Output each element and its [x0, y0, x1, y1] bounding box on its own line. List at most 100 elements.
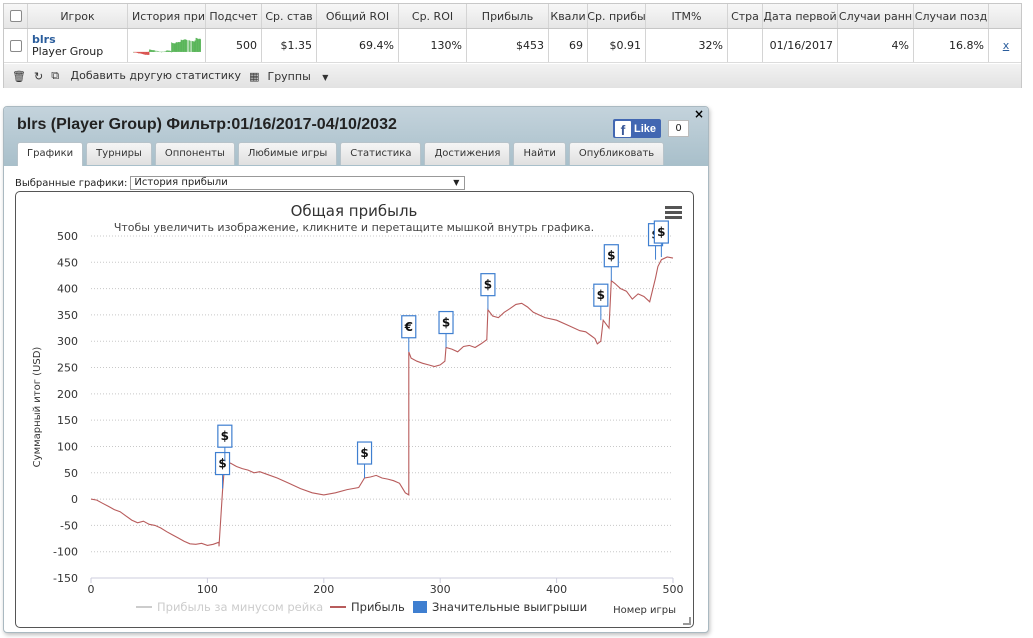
col-header-itm[interactable]: ITM%	[646, 4, 728, 28]
chevron-down-icon: ▼	[322, 72, 329, 82]
panel-title: blrs (Player Group) Фильтр:01/16/2017-04…	[17, 116, 397, 133]
cell-profit: $453	[467, 29, 549, 62]
y-tick-label: 300	[57, 335, 78, 348]
y-tick-label: 100	[57, 440, 78, 453]
flag-marker-label: $	[218, 457, 226, 471]
like-label: Like	[634, 122, 657, 135]
cell-first-date: 01/16/2017	[763, 29, 838, 62]
y-tick-label: -150	[53, 572, 78, 585]
x-axis-label: Номер игры	[613, 605, 676, 616]
legend-symbol-significant	[413, 601, 427, 613]
graph-select-label: Выбранные графики:	[15, 177, 128, 189]
profit-chart[interactable]: -150 -100 -50 0 50 100 150 200 250 300 350 400 450 50…	[16, 192, 693, 627]
col-header-late[interactable]: Случаи позд	[914, 4, 989, 28]
flag-marker-label: $	[221, 429, 229, 443]
y-tick-label: 500	[57, 230, 78, 243]
menu-icon[interactable]	[665, 206, 682, 219]
grid-header: Игрок История при Подсчет Ср. став Общий…	[4, 4, 1021, 29]
flag-marker-label: $	[484, 278, 492, 292]
cell-qual: 69	[549, 29, 588, 62]
chart-title: Общая прибыль	[291, 202, 418, 220]
y-tick-label: 200	[57, 388, 78, 401]
tab-opponents[interactable]: Оппоненты	[154, 142, 235, 165]
player-cell[interactable]: blrs Player Group	[28, 29, 128, 62]
chart-container[interactable]: -150 -100 -50 0 50 100 150 200 250 300 350 400 450 50…	[15, 191, 694, 628]
col-header-total-roi[interactable]: Общий ROI	[317, 4, 399, 28]
player-group-label: Player Group	[32, 44, 104, 58]
row-checkbox[interactable]	[9, 39, 22, 52]
col-header-count[interactable]: Подсчет	[206, 4, 262, 28]
flag-marker-label: $	[442, 316, 450, 330]
col-header-history[interactable]: История при	[128, 4, 206, 28]
sparkline-bar	[200, 38, 201, 52]
legend-label-profit: Прибыль	[351, 600, 405, 614]
close-icon[interactable]: ×	[694, 107, 704, 121]
y-tick-label: 450	[57, 256, 78, 269]
cell-early: 4%	[838, 29, 914, 62]
x-tick-label: 500	[663, 583, 684, 596]
select-all-checkbox[interactable]	[9, 10, 22, 22]
sparkline-bar	[163, 50, 165, 52]
add-stat-button[interactable]: ⧉ Добавить другую статистику	[51, 69, 241, 83]
panel-header: blrs (Player Group) Фильтр:01/16/2017-04…	[4, 107, 708, 166]
y-tick-label: 350	[57, 309, 78, 322]
tab-publish[interactable]: Опубликовать	[568, 142, 665, 165]
player-name-link[interactable]: blrs	[32, 33, 56, 46]
cell-late: 16.8%	[914, 29, 989, 62]
menu-icon-bar	[665, 206, 682, 209]
facebook-like-button[interactable]: f Like	[613, 119, 661, 138]
tab-favorite-games[interactable]: Любимые игры	[237, 142, 338, 165]
chevron-down-icon: ▼	[453, 178, 460, 187]
menu-icon-bar	[665, 216, 682, 219]
tab-statistics[interactable]: Статистика	[340, 142, 422, 165]
table-row[interactable]: blrs Player Group 500 $1.35 69.4% 130% $…	[4, 29, 1021, 63]
col-header-profit[interactable]: Прибыль	[467, 4, 549, 28]
col-header-avg-stake[interactable]: Ср. став	[262, 4, 317, 28]
remove-row-link[interactable]: x	[1003, 39, 1010, 52]
sparkline-bar	[190, 40, 192, 52]
x-tick-label: 0	[88, 583, 95, 596]
flag-marker-label: $	[657, 225, 665, 239]
legend-label-rake: Прибыль за минусом рейка	[157, 600, 323, 614]
sparkline-bar	[159, 51, 161, 52]
col-header-qual[interactable]: Квали	[549, 4, 588, 28]
select-all-cell[interactable]	[4, 4, 28, 28]
cell-total-roi: 69.4%	[317, 29, 399, 62]
flag-marker-label: $	[597, 288, 605, 302]
series-line-profit	[90, 256, 674, 547]
sparkline-bar	[162, 51, 164, 52]
refresh-icon[interactable]: ↻	[34, 70, 43, 83]
tab-find[interactable]: Найти	[513, 142, 566, 165]
col-header-country[interactable]: Стра	[728, 4, 763, 28]
col-header-early[interactable]: Случаи ранн	[838, 4, 914, 28]
sparkline-bar	[148, 51, 150, 55]
resize-handle[interactable]	[683, 617, 691, 625]
tab-achievements[interactable]: Достижения	[424, 142, 511, 165]
graph-select-row: Выбранные графики: История прибыли ▼	[15, 176, 466, 190]
row-checkbox-cell[interactable]	[4, 29, 28, 62]
tab-charts[interactable]: Графики	[17, 142, 84, 166]
x-tick-label: 300	[430, 583, 451, 596]
trash-icon[interactable]: 🗑	[12, 70, 26, 83]
x-tick-label: 400	[546, 583, 567, 596]
player-panel: blrs (Player Group) Фильтр:01/16/2017-04…	[3, 106, 709, 633]
y-tick-label: 0	[71, 493, 78, 506]
col-header-first-date[interactable]: Дата первой	[763, 4, 838, 28]
col-header-avg-profit[interactable]: Ср. прибы	[588, 4, 646, 28]
tab-tournaments[interactable]: Турниры	[86, 142, 152, 165]
add-stat-label: Добавить другую статистику	[70, 69, 242, 82]
cell-count: 500	[206, 29, 262, 62]
grid-toolbar: 🗑 ↻ ⧉ Добавить другую статистику ▦ Группы…	[4, 64, 1021, 88]
col-header-player[interactable]: Игрок	[28, 4, 128, 28]
y-tick-label: 400	[57, 283, 78, 296]
facebook-icon: f	[615, 120, 631, 138]
legend-label-significant: Значительные выигрыши	[432, 600, 587, 614]
sparkline-bar	[155, 50, 157, 52]
groups-button[interactable]: ▦ Группы ▼	[249, 70, 328, 83]
flag-marker-label: €	[404, 320, 413, 334]
chart-subtitle: Чтобы увеличить изображение, кликните и …	[114, 221, 594, 234]
y-tick-label: -50	[60, 519, 78, 532]
col-header-avg-roi[interactable]: Ср. ROI	[399, 4, 467, 28]
graph-select[interactable]: История прибыли ▼	[130, 176, 466, 190]
cell-avg-stake: $1.35	[262, 29, 317, 62]
